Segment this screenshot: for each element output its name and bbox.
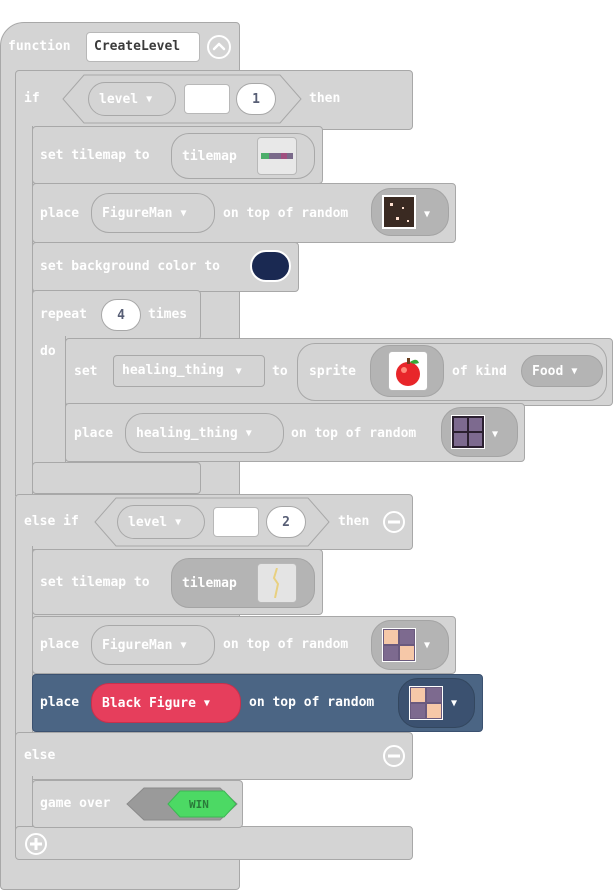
level-label: level (99, 91, 139, 107)
set-tilemap-label: set tilemap to (40, 148, 150, 163)
function-keyword: function (8, 39, 71, 54)
on-top-label: on top of random (291, 426, 417, 441)
level-label: level (128, 514, 168, 530)
level-value-input[interactable]: 2 (266, 506, 306, 538)
tilemap-preview-icon (261, 153, 293, 159)
chevron-down-icon: ▼ (180, 639, 187, 651)
black-figure-dropdown[interactable]: Black Figure ▼ (91, 683, 241, 723)
healing-thing-dropdown[interactable]: healing_thing ▼ (125, 413, 284, 453)
if-keyword: if (24, 91, 40, 106)
level-dropdown[interactable]: level ▼ (88, 82, 176, 116)
healing-thing-label: healing_thing (136, 425, 238, 441)
peach-tile-icon (409, 686, 443, 720)
else-if-keyword: else if (24, 514, 79, 529)
color-swatch[interactable] (250, 250, 291, 282)
chevron-down-icon: ▼ (146, 93, 153, 105)
chevron-down-icon: ▼ (175, 516, 182, 528)
tilemap-label: tilemap (182, 575, 237, 591)
if-else-block-mid (15, 126, 33, 496)
to-label: to (272, 364, 288, 379)
chevron-down-icon: ▼ (492, 429, 499, 440)
set-label: set (74, 364, 98, 379)
place-label: place (40, 637, 80, 652)
grid-tile-icon (451, 415, 485, 449)
if-else-footer (15, 826, 413, 860)
black-figure-label: Black Figure (102, 695, 196, 711)
figureman-label: FigureMan (102, 637, 173, 653)
figureman-dropdown[interactable]: FigureMan ▼ (91, 625, 215, 665)
remove-branch-icon[interactable] (382, 510, 406, 534)
game-over-label: game over (40, 796, 111, 811)
else-if-mid (15, 546, 33, 736)
on-top-label: on top of random (249, 695, 375, 710)
set-tilemap-label: set tilemap to (40, 575, 150, 590)
tilemap-label: tilemap (182, 148, 237, 164)
peach-tile-icon (382, 628, 416, 662)
chevron-down-icon: ▼ (245, 427, 252, 439)
chevron-down-icon: ▼ (451, 698, 458, 709)
operator-text: = ▼ (193, 91, 215, 106)
on-top-label: on top of random (223, 206, 349, 221)
level-dropdown[interactable]: level ▼ (117, 505, 205, 539)
tilemap-preview-icon (272, 568, 280, 598)
repeat-label: repeat (40, 307, 87, 322)
chevron-down-icon: ▼ (203, 697, 210, 709)
do-label: do (40, 344, 56, 359)
then-keyword: then (338, 514, 370, 529)
boolean-hexagon[interactable] (126, 787, 238, 821)
of-kind-label: of kind (452, 364, 507, 379)
kind-label: Food (532, 363, 564, 379)
figureman-label: FigureMan (102, 205, 173, 221)
kind-dropdown[interactable]: Food ▼ (521, 355, 603, 387)
else-mid (15, 776, 33, 830)
level-value-input[interactable]: 1 (236, 83, 276, 115)
then-keyword: then (309, 91, 341, 106)
place-label: place (74, 426, 114, 441)
variable-text: healing_thing ▼ (122, 363, 242, 378)
set-background-label: set background color to (40, 259, 221, 274)
sprite-label: sprite (309, 364, 356, 379)
add-branch-icon[interactable] (24, 832, 48, 856)
function-name-text: CreateLevel (94, 39, 181, 54)
repeat-block-footer (32, 462, 201, 494)
chevron-down-icon: ▼ (180, 207, 187, 219)
figureman-dropdown[interactable]: FigureMan ▼ (91, 193, 215, 233)
else-keyword: else (24, 748, 56, 763)
apple-icon (391, 354, 425, 388)
collapse-icon[interactable] (206, 34, 232, 60)
repeat-count-input[interactable]: 4 (101, 299, 141, 331)
chevron-down-icon: ▼ (424, 209, 431, 220)
place-label: place (40, 695, 80, 710)
chevron-down-icon: ▼ (571, 365, 578, 377)
place-label: place (40, 206, 80, 221)
times-label: times (148, 307, 188, 322)
else-header[interactable] (15, 732, 413, 780)
on-top-label: on top of random (223, 637, 349, 652)
operator-text: = ▼ (222, 514, 244, 529)
win-label: WIN (189, 798, 209, 811)
chevron-down-icon: ▼ (424, 640, 431, 651)
remove-branch-icon[interactable] (382, 744, 406, 768)
dirt-tile-icon (382, 195, 416, 229)
